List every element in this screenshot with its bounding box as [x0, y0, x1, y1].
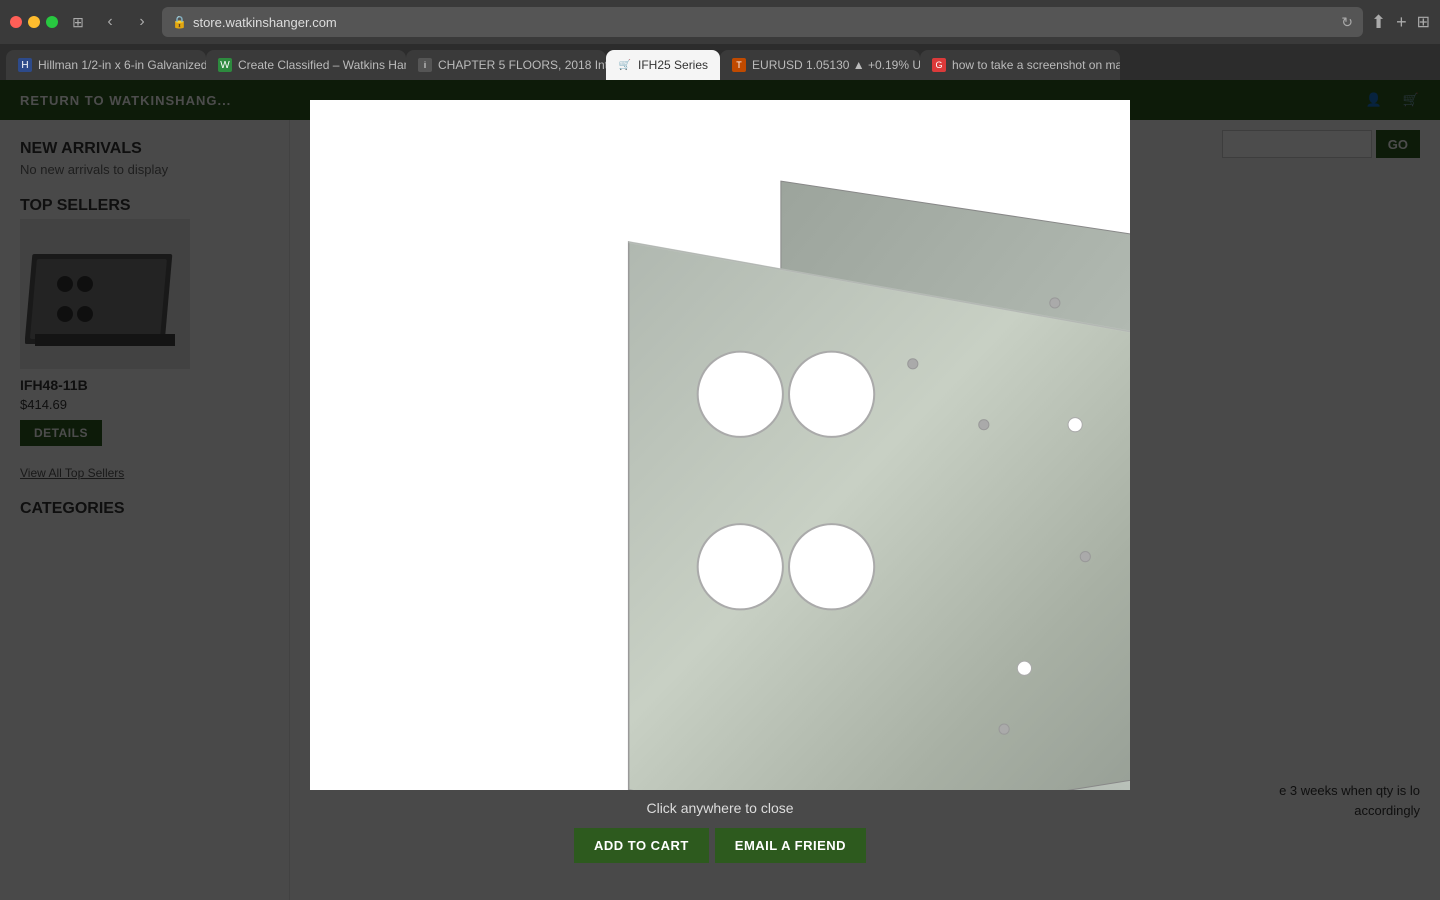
browser-chrome: ⊞ ‹ › 🔒 store.watkinshanger.com ↻ ⬆ + ⊞ … [0, 0, 1440, 80]
maximize-window-btn[interactable] [46, 16, 58, 28]
window-controls [10, 16, 58, 28]
modal-container: Click anywhere to close ADD TO CART EMAI… [310, 100, 1130, 863]
add-to-cart-button[interactable]: ADD TO CART [574, 828, 709, 863]
tab-label-hillman: Hillman 1/2-in x 6-in Galvanized... [38, 58, 206, 72]
new-tab-icon[interactable]: + [1396, 12, 1407, 33]
forward-btn[interactable]: › [130, 10, 154, 34]
modal-close-hint: Click anywhere to close [646, 800, 793, 816]
security-icon: 🔒 [172, 15, 187, 29]
modal-image-box [310, 100, 1130, 790]
browser-actions: ⬆ + ⊞ [1371, 12, 1430, 33]
reload-btn[interactable]: ↻ [1341, 14, 1353, 31]
extensions-icon[interactable]: ⊞ [1417, 12, 1430, 32]
tab-label-eurusd: EURUSD 1.05130 ▲ +0.19% Un... [752, 58, 920, 72]
site-page: RETURN TO WATKINSHANG... 👤 🛒 NEW ARRIVAL… [0, 80, 1440, 900]
tab-label-classified: Create Classified – Watkins Han... [238, 58, 406, 72]
browser-toolbar: ⊞ ‹ › 🔒 store.watkinshanger.com ↻ ⬆ + ⊞ [0, 0, 1440, 44]
tab-favicon-ifh25: 🛒 [618, 58, 632, 72]
tab-label-ifh25: IFH25 Series [638, 58, 708, 72]
email-friend-button[interactable]: EMAIL A FRIEND [715, 828, 866, 863]
tab-eurusd[interactable]: T EURUSD 1.05130 ▲ +0.19% Un... [720, 50, 920, 80]
product-image-large-svg [310, 100, 1130, 790]
tab-favicon-hillman: H [18, 58, 32, 72]
tab-ifh25[interactable]: 🛒 IFH25 Series [606, 50, 720, 80]
tab-hillman[interactable]: H Hillman 1/2-in x 6-in Galvanized... [6, 50, 206, 80]
tab-favicon-chapter5: i [418, 58, 432, 72]
tab-chapter5[interactable]: i CHAPTER 5 FLOORS, 2018 Inte... [406, 50, 606, 80]
tab-classified[interactable]: W Create Classified – Watkins Han... [206, 50, 406, 80]
tabs-bar: H Hillman 1/2-in x 6-in Galvanized... W … [0, 44, 1440, 80]
sidebar-toggle-btn[interactable]: ⊞ [66, 10, 90, 34]
tab-screenshot[interactable]: G how to take a screenshot on ma... [920, 50, 1120, 80]
modal-buttons: ADD TO CART EMAIL A FRIEND [574, 828, 866, 863]
tab-label-screenshot: how to take a screenshot on ma... [952, 58, 1120, 72]
tab-favicon-classified: W [218, 58, 232, 72]
back-btn[interactable]: ‹ [98, 10, 122, 34]
tab-label-chapter5: CHAPTER 5 FLOORS, 2018 Inte... [438, 58, 606, 72]
tab-favicon-eurusd: T [732, 58, 746, 72]
share-icon[interactable]: ⬆ [1371, 12, 1386, 33]
close-window-btn[interactable] [10, 16, 22, 28]
tab-favicon-screenshot: G [932, 58, 946, 72]
modal-overlay[interactable]: Click anywhere to close ADD TO CART EMAI… [0, 80, 1440, 900]
url-text: store.watkinshanger.com [193, 15, 337, 30]
address-bar[interactable]: 🔒 store.watkinshanger.com ↻ [162, 7, 1363, 37]
minimize-window-btn[interactable] [28, 16, 40, 28]
